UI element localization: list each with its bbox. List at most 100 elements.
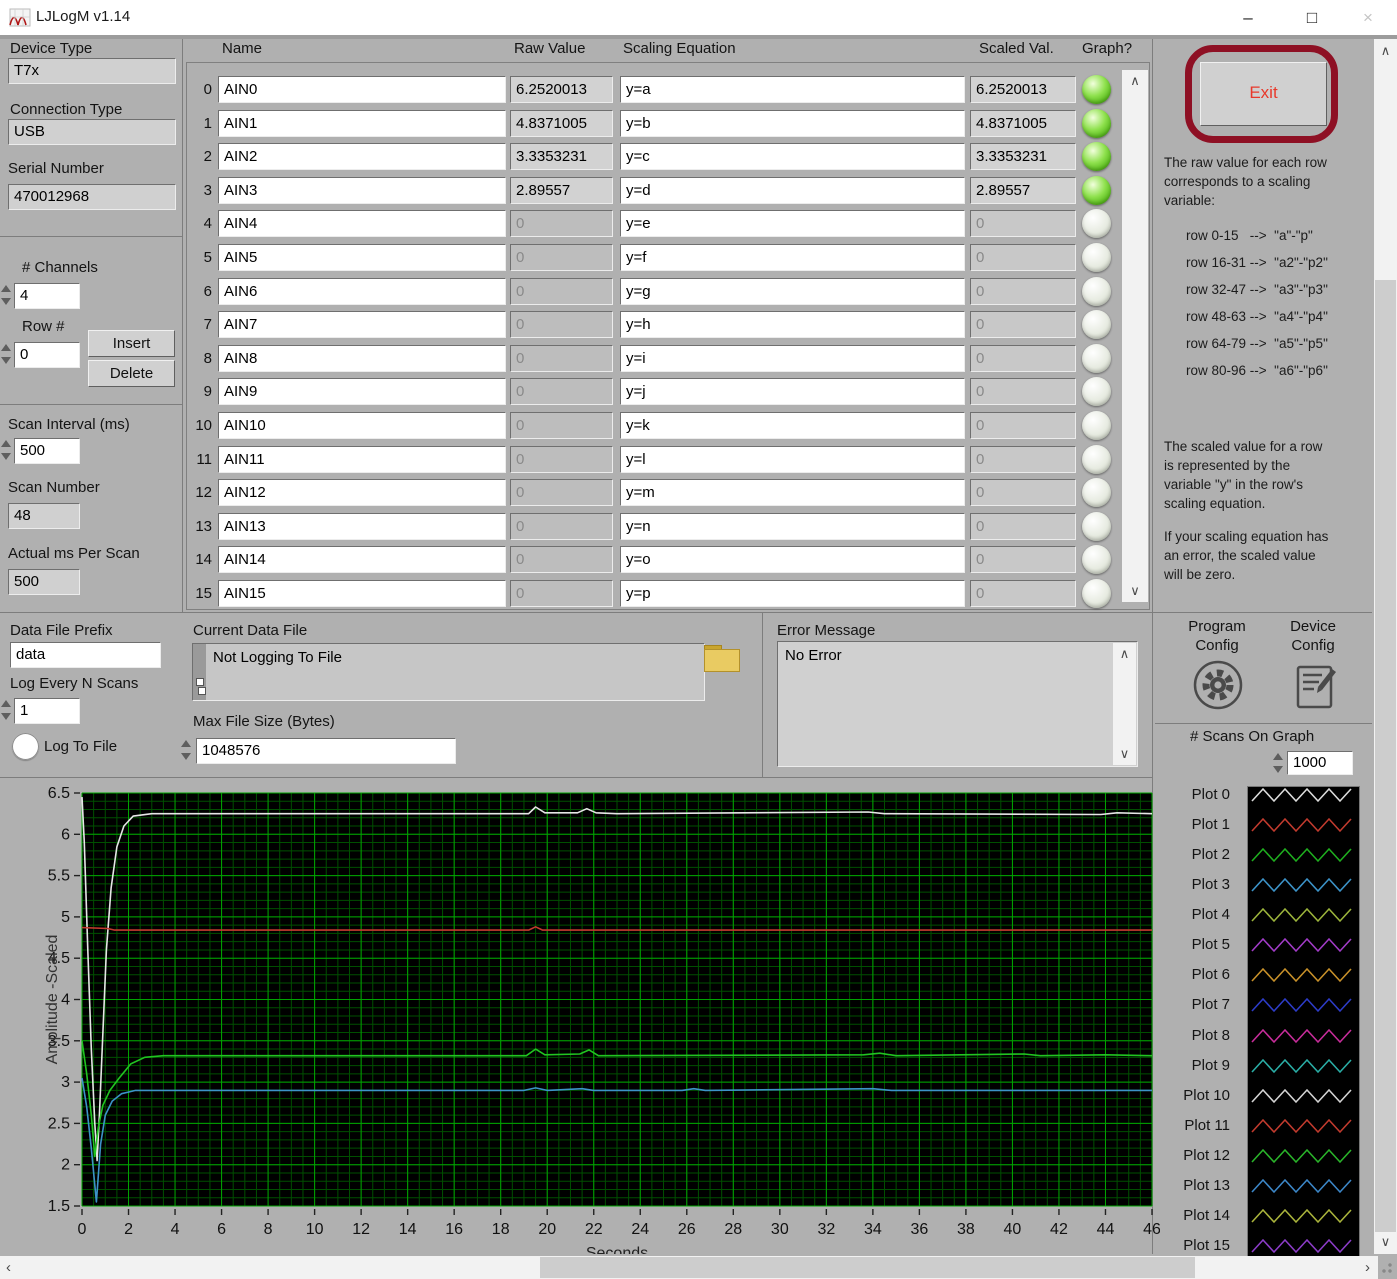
legend-waveform-icon[interactable]: [1249, 1114, 1356, 1138]
scroll-down-icon[interactable]: ∨: [1113, 746, 1136, 762]
program-config-gear-icon[interactable]: [1192, 659, 1244, 711]
legend-plot-label[interactable]: Plot 10: [1158, 1087, 1230, 1104]
row-number-stepper[interactable]: [0, 341, 12, 367]
legend-plot-label[interactable]: Plot 2: [1158, 846, 1230, 863]
max-file-size-field[interactable]: 1048576: [196, 738, 456, 764]
legend-waveform-icon[interactable]: [1249, 1144, 1356, 1168]
scaling-equation-field[interactable]: y=p: [620, 580, 965, 607]
graph-led-indicator[interactable]: [1082, 310, 1111, 339]
delete-button[interactable]: Delete: [88, 360, 175, 387]
scans-on-graph-stepper[interactable]: [1272, 750, 1284, 776]
scaling-equation-field[interactable]: y=l: [620, 446, 965, 473]
vertical-scrollbar[interactable]: ∧ ∨: [1374, 39, 1397, 1254]
scan-interval-stepper[interactable]: [0, 437, 12, 463]
legend-plot-label[interactable]: Plot 5: [1158, 936, 1230, 953]
table-scrollbar[interactable]: ∧ ∨: [1122, 70, 1148, 602]
legend-waveform-icon[interactable]: [1249, 963, 1356, 987]
legend-waveform-icon[interactable]: [1249, 873, 1356, 897]
horizontal-scrollbar-thumb[interactable]: [540, 1257, 1195, 1278]
scroll-up-icon[interactable]: ∧: [1113, 646, 1136, 662]
log-every-n-field[interactable]: 1: [14, 698, 80, 724]
channel-name-field[interactable]: AIN3: [218, 177, 506, 204]
channel-name-field[interactable]: AIN13: [218, 513, 506, 540]
graph-led-indicator[interactable]: [1082, 277, 1111, 306]
channel-name-field[interactable]: AIN11: [218, 446, 506, 473]
scaling-equation-field[interactable]: y=j: [620, 378, 965, 405]
graph-led-indicator[interactable]: [1082, 243, 1111, 272]
legend-plot-label[interactable]: Plot 4: [1158, 906, 1230, 923]
graph-led-indicator[interactable]: [1082, 75, 1111, 104]
legend-plot-label[interactable]: Plot 15: [1158, 1237, 1230, 1254]
legend-plot-label[interactable]: Plot 7: [1158, 996, 1230, 1013]
scroll-down-icon[interactable]: ∨: [1374, 1234, 1397, 1250]
scroll-left-icon[interactable]: ‹: [6, 1259, 11, 1276]
legend-plot-label[interactable]: Plot 0: [1158, 786, 1230, 803]
row-number-field[interactable]: 0: [14, 342, 80, 368]
channel-name-field[interactable]: AIN10: [218, 412, 506, 439]
legend-waveform-icon[interactable]: [1249, 903, 1356, 927]
scaling-equation-field[interactable]: y=n: [620, 513, 965, 540]
scan-interval-field[interactable]: 500: [14, 438, 80, 464]
graph-led-indicator[interactable]: [1082, 545, 1111, 574]
scaling-equation-field[interactable]: y=o: [620, 546, 965, 573]
graph-led-indicator[interactable]: [1082, 512, 1111, 541]
max-file-size-stepper[interactable]: [180, 737, 192, 763]
legend-plot-label[interactable]: Plot 8: [1158, 1027, 1230, 1044]
channel-name-field[interactable]: AIN5: [218, 244, 506, 271]
legend-plot-label[interactable]: Plot 3: [1158, 876, 1230, 893]
channel-name-field[interactable]: AIN8: [218, 345, 506, 372]
legend-plot-label[interactable]: Plot 6: [1158, 966, 1230, 983]
legend-waveform-icon[interactable]: [1249, 933, 1356, 957]
legend-waveform-icon[interactable]: [1249, 783, 1356, 807]
scaling-equation-field[interactable]: y=m: [620, 479, 965, 506]
legend-waveform-icon[interactable]: [1249, 813, 1356, 837]
text-scrollbar[interactable]: [193, 644, 206, 700]
scaling-equation-field[interactable]: y=e: [620, 210, 965, 237]
log-every-n-stepper[interactable]: [0, 697, 12, 723]
graph-led-indicator[interactable]: [1082, 109, 1111, 138]
legend-waveform-icon[interactable]: [1249, 843, 1356, 867]
graph-led-indicator[interactable]: [1082, 445, 1111, 474]
log-to-file-radio[interactable]: [12, 733, 39, 760]
graph-led-indicator[interactable]: [1082, 377, 1111, 406]
scaling-equation-field[interactable]: y=c: [620, 143, 965, 170]
scroll-up-icon[interactable]: ∧: [1122, 73, 1148, 89]
legend-plot-label[interactable]: Plot 13: [1158, 1177, 1230, 1194]
legend-plot-label[interactable]: Plot 12: [1158, 1147, 1230, 1164]
scans-on-graph-field[interactable]: 1000: [1287, 751, 1353, 775]
exit-button[interactable]: Exit: [1200, 62, 1327, 126]
close-button[interactable]: ×: [1351, 4, 1385, 32]
scaling-equation-field[interactable]: y=a: [620, 76, 965, 103]
legend-waveform-icon[interactable]: [1249, 1204, 1356, 1228]
error-scrollbar[interactable]: ∧ ∨: [1113, 643, 1136, 765]
legend-waveform-icon[interactable]: [1249, 993, 1356, 1017]
channel-name-field[interactable]: AIN15: [218, 580, 506, 607]
scaling-equation-field[interactable]: y=i: [620, 345, 965, 372]
graph-led-indicator[interactable]: [1082, 579, 1111, 608]
insert-button[interactable]: Insert: [88, 330, 175, 357]
legend-plot-label[interactable]: Plot 14: [1158, 1207, 1230, 1224]
channel-name-field[interactable]: AIN9: [218, 378, 506, 405]
legend-waveform-icon[interactable]: [1249, 1024, 1356, 1048]
horizontal-scrollbar[interactable]: ‹ ›: [0, 1256, 1378, 1279]
data-file-prefix-field[interactable]: data: [10, 642, 161, 668]
num-channels-stepper[interactable]: [0, 282, 12, 308]
scaling-equation-field[interactable]: y=f: [620, 244, 965, 271]
device-type-field[interactable]: T7x: [8, 58, 176, 84]
connection-type-field[interactable]: USB: [8, 119, 176, 145]
channel-name-field[interactable]: AIN7: [218, 311, 506, 338]
graph-led-indicator[interactable]: [1082, 142, 1111, 171]
graph-led-indicator[interactable]: [1082, 411, 1111, 440]
legend-waveform-icon[interactable]: [1249, 1174, 1356, 1198]
scaling-equation-field[interactable]: y=b: [620, 110, 965, 137]
num-channels-field[interactable]: 4: [14, 283, 80, 309]
channel-name-field[interactable]: AIN2: [218, 143, 506, 170]
vertical-scrollbar-thumb[interactable]: [1375, 280, 1396, 1232]
folder-browse-icon[interactable]: [704, 645, 740, 672]
maximize-button[interactable]: □: [1295, 4, 1329, 32]
scaling-equation-field[interactable]: y=k: [620, 412, 965, 439]
resize-grip[interactable]: [1381, 1262, 1393, 1274]
channel-name-field[interactable]: AIN0: [218, 76, 506, 103]
scroll-down-icon[interactable]: ∨: [1122, 583, 1148, 599]
legend-waveform-icon[interactable]: [1249, 1234, 1356, 1258]
